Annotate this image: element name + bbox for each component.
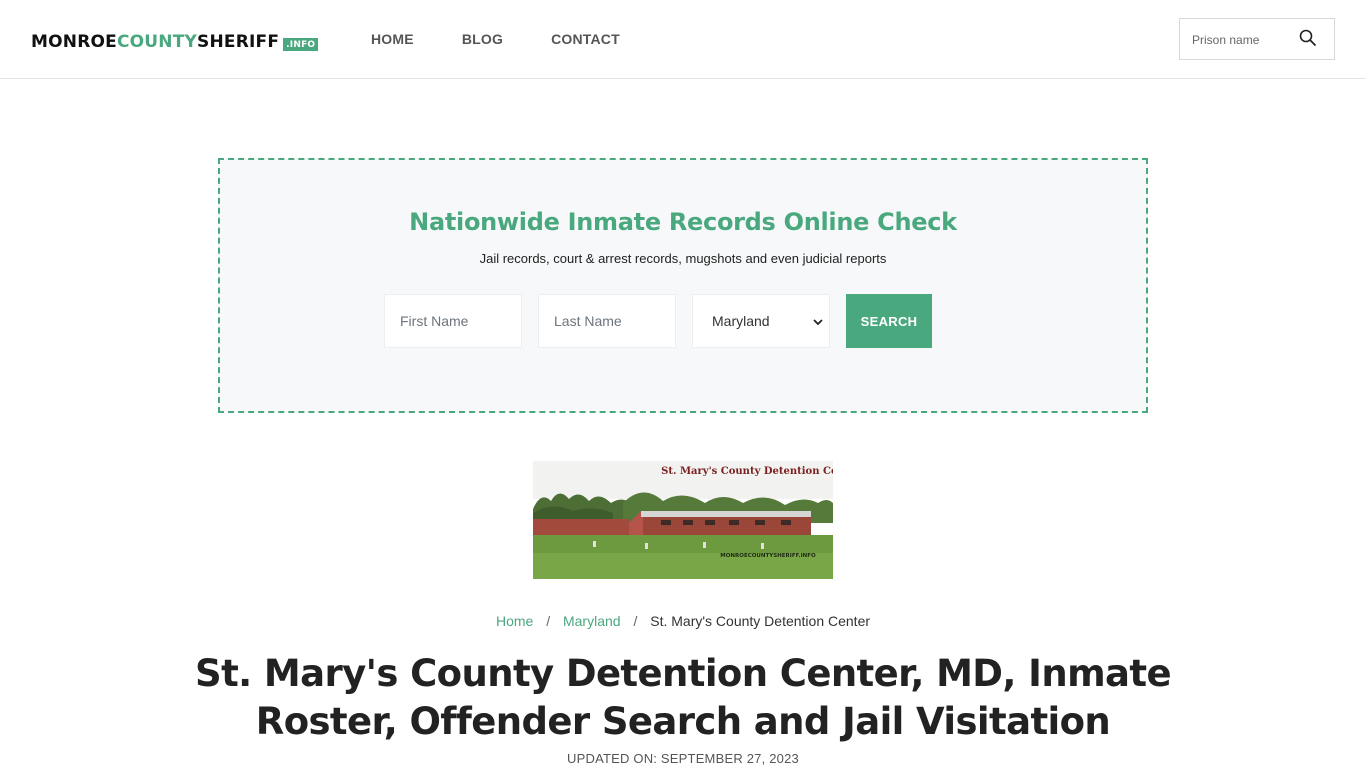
breadcrumb-maryland[interactable]: Maryland <box>563 613 621 629</box>
inmate-search-panel: Nationwide Inmate Records Online Check J… <box>218 158 1148 413</box>
breadcrumb-separator: / <box>633 613 638 629</box>
search-icon[interactable] <box>1298 28 1318 50</box>
state-select-value: Maryland <box>712 313 770 329</box>
logo-part-sheriff: SHERIFF <box>197 32 280 52</box>
logo-tld-badge: .INFO <box>283 38 319 51</box>
photo-caption: St. Mary's County Detention Center <box>661 466 833 477</box>
facility-photo: St. Mary's County Detention Center MONRO… <box>533 461 833 579</box>
first-name-field[interactable] <box>384 294 522 348</box>
breadcrumb-separator: / <box>546 613 551 629</box>
search-panel-title: Nationwide Inmate Records Online Check <box>409 208 957 236</box>
search-button[interactable]: SEARCH <box>846 294 932 348</box>
chevron-down-icon <box>813 315 823 327</box>
prison-search <box>1179 18 1335 60</box>
main-nav: HOME BLOG CONTACT <box>371 31 668 47</box>
photo-watermark: MONROECOUNTYSHERIFF.INFO <box>720 553 816 559</box>
page-title: St. Mary's County Detention Center, MD, … <box>195 652 1172 743</box>
breadcrumb: Home / Maryland / St. Mary's County Dete… <box>0 613 1366 629</box>
nav-blog[interactable]: BLOG <box>462 31 503 47</box>
search-panel-subtitle: Jail records, court & arrest records, mu… <box>479 251 887 266</box>
prison-search-input[interactable] <box>1192 31 1292 49</box>
breadcrumb-home[interactable]: Home <box>496 613 533 629</box>
site-header: MONROE COUNTY SHERIFF .INFO HOME BLOG CO… <box>0 0 1366 79</box>
nav-contact[interactable]: CONTACT <box>551 31 620 47</box>
breadcrumb-current: St. Mary's County Detention Center <box>650 613 871 629</box>
logo-part-county: COUNTY <box>116 32 198 52</box>
nav-home[interactable]: HOME <box>371 31 414 47</box>
state-select[interactable]: Maryland <box>692 294 830 348</box>
logo-part-monroe: MONROE <box>31 32 117 52</box>
updated-date: UPDATED ON: SEPTEMBER 27, 2023 <box>567 751 799 766</box>
site-logo[interactable]: MONROE COUNTY SHERIFF .INFO <box>31 30 319 54</box>
last-name-field[interactable] <box>538 294 676 348</box>
